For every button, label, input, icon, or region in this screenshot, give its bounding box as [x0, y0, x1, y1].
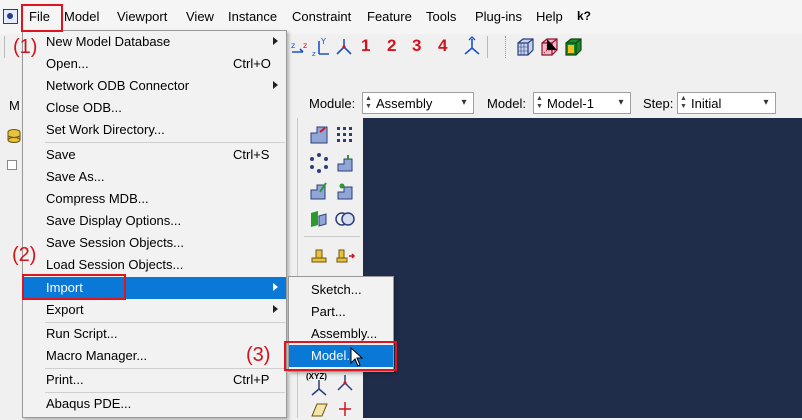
datum-axis-icon[interactable]	[334, 372, 356, 394]
merge-cut-icon[interactable]	[308, 208, 330, 230]
shaded-cube-icon[interactable]	[562, 36, 584, 58]
menu-item-network-odb-connector[interactable]: Network ODB Connector	[23, 75, 286, 97]
database-icon	[7, 129, 21, 143]
menu-item-save-display-options[interactable]: Save Display Options...	[23, 210, 286, 232]
view-3-button[interactable]: 3	[412, 36, 421, 56]
model-value: Model-1	[547, 96, 594, 111]
annotation-box-model	[284, 341, 397, 371]
menu-item-open[interactable]: Open... Ctrl+O	[23, 53, 286, 75]
step-spinner-icon[interactable]: ▲ ▼	[680, 95, 689, 111]
toolbar-separator	[487, 36, 488, 58]
menu-constraint[interactable]: Constraint	[292, 9, 351, 24]
menu-item-export[interactable]: Export	[23, 299, 286, 321]
module-label: Module:	[309, 96, 356, 111]
chevron-down-icon[interactable]: ▾	[457, 96, 471, 110]
annotation-label-2: (2)	[12, 244, 37, 266]
view-2-button[interactable]: 2	[387, 36, 396, 56]
menu-item-load-session-objects[interactable]: Load Session Objects...	[23, 254, 286, 276]
rotate-instance-icon[interactable]	[308, 180, 330, 202]
svg-text:Y: Y	[320, 37, 326, 46]
abaqus-app-icon[interactable]	[3, 9, 18, 24]
submenu-item-part[interactable]: Part...	[289, 301, 393, 323]
menu-view[interactable]: View	[186, 9, 214, 24]
context-help-icon[interactable]: k?	[577, 9, 591, 23]
annotation-label-1: (1)	[13, 36, 38, 58]
menu-item-save-session-objects[interactable]: Save Session Objects...	[23, 232, 286, 254]
menu-item-run-script[interactable]: Run Script...	[23, 323, 286, 345]
toolbox-divider	[297, 118, 298, 418]
menu-item-new-model-database[interactable]: New Model Database	[23, 31, 286, 53]
model-spinner-icon[interactable]: ▲ ▼	[536, 95, 545, 111]
annotation-box-file	[21, 4, 63, 32]
chevron-down-icon[interactable]: ▾	[759, 96, 773, 110]
hidden-line-cube-icon[interactable]	[538, 36, 560, 58]
datum-plane-icon[interactable]	[308, 398, 330, 420]
menu-item-save-as[interactable]: Save As...	[23, 166, 286, 188]
menu-feature[interactable]: Feature	[367, 9, 412, 24]
menu-item-close-odb[interactable]: Close ODB...	[23, 97, 286, 119]
view-y-axis-icon[interactable]: Yz	[311, 36, 333, 58]
menu-viewport[interactable]: Viewport	[117, 9, 167, 24]
view-1-button[interactable]: 1	[361, 36, 370, 56]
step-combo[interactable]: ▲ ▼ Initial ▾	[677, 92, 776, 114]
translate-instance-icon[interactable]	[334, 152, 356, 174]
boolean-icon[interactable]	[334, 208, 356, 230]
parallel-face-icon[interactable]	[308, 244, 330, 266]
menu-separator	[45, 142, 285, 143]
annotation-label-3: (3)	[246, 344, 271, 366]
annotation-box-import	[22, 274, 126, 300]
menu-item-print[interactable]: Print... Ctrl+P	[23, 369, 286, 391]
toolbar-grip	[4, 36, 5, 58]
view-z-axis-icon[interactable]: zz	[289, 36, 311, 58]
toolbox-separator	[304, 236, 360, 237]
menu-instance[interactable]: Instance	[228, 9, 277, 24]
face-to-face-icon[interactable]	[334, 244, 356, 266]
svg-text:z: z	[303, 41, 307, 50]
menu-item-abaqus-pde[interactable]: Abaqus PDE...	[23, 393, 286, 415]
wireframe-cube-icon[interactable]	[514, 36, 536, 58]
create-instance-icon[interactable]	[308, 124, 330, 146]
submenu-arrow-icon	[273, 81, 278, 89]
datum-point-icon[interactable]	[334, 398, 356, 420]
step-value: Initial	[691, 96, 722, 111]
linear-pattern-icon[interactable]	[334, 124, 356, 146]
assembly-toolbox: (XYZ)	[296, 118, 363, 418]
menu-help[interactable]: Help	[536, 9, 563, 24]
tree-expander-icon[interactable]	[7, 160, 17, 170]
viewport-canvas[interactable]	[363, 118, 802, 418]
module-value: Assembly	[376, 96, 433, 111]
menu-model[interactable]: Model	[64, 9, 99, 24]
svg-text:z: z	[312, 50, 316, 58]
view-4-button[interactable]: 4	[438, 36, 447, 56]
rotate-axis-icon[interactable]	[461, 36, 483, 58]
model-tree-tab[interactable]: M	[9, 98, 20, 113]
xyz-label: (XYZ)	[306, 372, 327, 381]
step-label: Step:	[643, 96, 674, 111]
submenu-arrow-icon	[273, 305, 278, 313]
chevron-down-icon[interactable]: ▾	[614, 96, 628, 110]
menu-item-compress-mdb[interactable]: Compress MDB...	[23, 188, 286, 210]
module-combo[interactable]: ▲ ▼ Assembly ▾	[362, 92, 474, 114]
translate-to-icon[interactable]	[334, 180, 356, 202]
toolbar-grip	[505, 36, 506, 58]
radial-pattern-icon[interactable]	[308, 152, 330, 174]
svg-text:z: z	[291, 41, 295, 50]
menu-item-set-work-directory[interactable]: Set Work Directory...	[23, 119, 286, 141]
menu-tools[interactable]: Tools	[426, 9, 456, 24]
module-spinner-icon[interactable]: ▲ ▼	[365, 95, 374, 111]
view-iso-axis-icon[interactable]	[333, 36, 355, 58]
submenu-item-sketch[interactable]: Sketch...	[289, 279, 393, 301]
menu-item-save[interactable]: Save Ctrl+S	[23, 144, 286, 166]
model-combo[interactable]: ▲ ▼ Model-1 ▾	[533, 92, 631, 114]
menu-plugins[interactable]: Plug-ins	[475, 9, 522, 24]
submenu-arrow-icon	[273, 37, 278, 45]
submenu-arrow-icon	[273, 283, 278, 291]
model-label: Model:	[487, 96, 527, 111]
